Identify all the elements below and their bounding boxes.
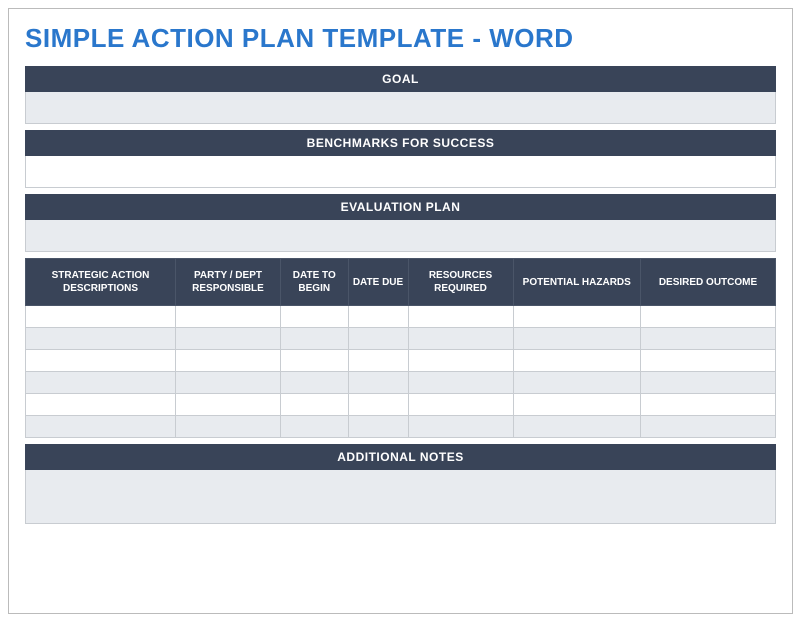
cell-party[interactable] bbox=[176, 328, 281, 350]
page-container: SIMPLE ACTION PLAN TEMPLATE - WORD GOAL … bbox=[8, 8, 793, 614]
table-row bbox=[26, 350, 776, 372]
table-row bbox=[26, 328, 776, 350]
cell-due[interactable] bbox=[348, 350, 408, 372]
table-header-row: STRATEGIC ACTION DESCRIPTIONS PARTY / DE… bbox=[26, 259, 776, 306]
cell-resources[interactable] bbox=[408, 394, 513, 416]
cell-resources[interactable] bbox=[408, 372, 513, 394]
cell-resources[interactable] bbox=[408, 328, 513, 350]
cell-description[interactable] bbox=[26, 416, 176, 438]
cell-hazards[interactable] bbox=[513, 394, 641, 416]
cell-begin[interactable] bbox=[281, 328, 349, 350]
cell-begin[interactable] bbox=[281, 394, 349, 416]
cell-outcome[interactable] bbox=[641, 328, 776, 350]
cell-outcome[interactable] bbox=[641, 394, 776, 416]
cell-begin[interactable] bbox=[281, 416, 349, 438]
cell-hazards[interactable] bbox=[513, 328, 641, 350]
table-row bbox=[26, 394, 776, 416]
cell-due[interactable] bbox=[348, 416, 408, 438]
cell-description[interactable] bbox=[26, 372, 176, 394]
evaluation-field[interactable] bbox=[25, 220, 776, 252]
cell-party[interactable] bbox=[176, 394, 281, 416]
cell-hazards[interactable] bbox=[513, 350, 641, 372]
cell-due[interactable] bbox=[348, 328, 408, 350]
cell-party[interactable] bbox=[176, 372, 281, 394]
cell-description[interactable] bbox=[26, 306, 176, 328]
cell-outcome[interactable] bbox=[641, 306, 776, 328]
cell-due[interactable] bbox=[348, 306, 408, 328]
table-body bbox=[26, 306, 776, 438]
col-header-hazards: POTENTIAL HAZARDS bbox=[513, 259, 641, 306]
notes-header: ADDITIONAL NOTES bbox=[25, 444, 776, 470]
cell-hazards[interactable] bbox=[513, 306, 641, 328]
goal-field[interactable] bbox=[25, 92, 776, 124]
table-row bbox=[26, 372, 776, 394]
action-plan-table: STRATEGIC ACTION DESCRIPTIONS PARTY / DE… bbox=[25, 258, 776, 438]
goal-header: GOAL bbox=[25, 66, 776, 92]
col-header-begin: DATE TO BEGIN bbox=[281, 259, 349, 306]
notes-field[interactable] bbox=[25, 470, 776, 524]
col-header-party: PARTY / DEPT RESPONSIBLE bbox=[176, 259, 281, 306]
col-header-outcome: DESIRED OUTCOME bbox=[641, 259, 776, 306]
cell-begin[interactable] bbox=[281, 372, 349, 394]
col-header-resources: RESOURCES REQUIRED bbox=[408, 259, 513, 306]
cell-outcome[interactable] bbox=[641, 372, 776, 394]
cell-due[interactable] bbox=[348, 394, 408, 416]
cell-resources[interactable] bbox=[408, 416, 513, 438]
evaluation-header: EVALUATION PLAN bbox=[25, 194, 776, 220]
cell-due[interactable] bbox=[348, 372, 408, 394]
cell-hazards[interactable] bbox=[513, 372, 641, 394]
cell-description[interactable] bbox=[26, 394, 176, 416]
cell-description[interactable] bbox=[26, 328, 176, 350]
cell-begin[interactable] bbox=[281, 306, 349, 328]
col-header-due: DATE DUE bbox=[348, 259, 408, 306]
cell-hazards[interactable] bbox=[513, 416, 641, 438]
benchmarks-field[interactable] bbox=[25, 156, 776, 188]
cell-outcome[interactable] bbox=[641, 350, 776, 372]
table-row bbox=[26, 416, 776, 438]
cell-outcome[interactable] bbox=[641, 416, 776, 438]
cell-description[interactable] bbox=[26, 350, 176, 372]
cell-resources[interactable] bbox=[408, 350, 513, 372]
document-title: SIMPLE ACTION PLAN TEMPLATE - WORD bbox=[25, 23, 776, 54]
table-row bbox=[26, 306, 776, 328]
cell-party[interactable] bbox=[176, 416, 281, 438]
cell-party[interactable] bbox=[176, 306, 281, 328]
cell-party[interactable] bbox=[176, 350, 281, 372]
cell-resources[interactable] bbox=[408, 306, 513, 328]
col-header-description: STRATEGIC ACTION DESCRIPTIONS bbox=[26, 259, 176, 306]
cell-begin[interactable] bbox=[281, 350, 349, 372]
benchmarks-header: BENCHMARKS FOR SUCCESS bbox=[25, 130, 776, 156]
